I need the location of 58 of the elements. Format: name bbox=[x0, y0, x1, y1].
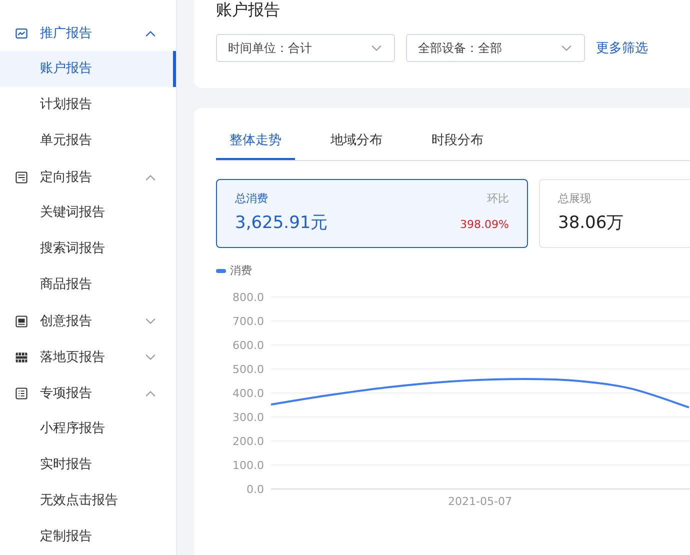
page-title: 账户报告 bbox=[216, 0, 281, 20]
metric-card[interactable]: 总消费 环比 3,625.91元 398.09% bbox=[216, 179, 528, 248]
tab[interactable]: 地域分布 bbox=[317, 123, 396, 160]
y-axis-label: 700.0 bbox=[232, 315, 264, 328]
chevron-up-icon bbox=[145, 390, 156, 396]
metric-label: 总消费 bbox=[235, 191, 268, 206]
sidebar-group-label: 创意报告 bbox=[40, 313, 93, 330]
more-filters-link[interactable]: 更多筛选 bbox=[596, 39, 648, 57]
y-axis-label: 300.0 bbox=[232, 411, 264, 424]
chevron-down-icon bbox=[145, 354, 156, 360]
card-icon bbox=[15, 314, 28, 328]
y-axis-label: 200.0 bbox=[232, 435, 264, 448]
x-axis-label: 2021-05-07 bbox=[448, 495, 512, 508]
metric-value: 38.06万 bbox=[558, 212, 624, 234]
filter-dropdown[interactable]: 时间单位：合计 bbox=[216, 34, 395, 62]
compare-label: 环比 bbox=[487, 191, 509, 206]
tab[interactable]: 时段分布 bbox=[418, 123, 497, 160]
sidebar-item[interactable]: 搜索词报告 bbox=[0, 231, 176, 267]
sidebar-item[interactable]: 账户报告 bbox=[0, 51, 176, 87]
sidebar-group-label: 专项报告 bbox=[40, 385, 93, 402]
metric-card[interactable]: 总展现 38.06万 bbox=[539, 179, 690, 248]
list-icon bbox=[15, 170, 28, 184]
legend-label: 消费 bbox=[230, 263, 252, 278]
chevron-up-icon bbox=[145, 174, 156, 180]
sidebar-item[interactable]: 关键词报告 bbox=[0, 195, 176, 231]
sidebar-group[interactable]: 专项报告 bbox=[0, 375, 176, 411]
chart-icon bbox=[15, 26, 28, 40]
y-axis-label: 400.0 bbox=[232, 387, 264, 400]
list-icon bbox=[15, 386, 28, 400]
sidebar-group[interactable]: 落地页报告 bbox=[0, 339, 176, 375]
sidebar-group-label: 落地页报告 bbox=[40, 349, 106, 366]
y-axis-label: 0.0 bbox=[246, 483, 264, 496]
chevron-down-icon bbox=[145, 318, 156, 324]
y-axis-label: 600.0 bbox=[232, 339, 264, 352]
sidebar-item[interactable]: 定制报告 bbox=[0, 519, 176, 555]
sidebar-item[interactable]: 无效点击报告 bbox=[0, 483, 176, 519]
sidebar-group-label: 推广报告 bbox=[40, 25, 93, 42]
sidebar-item[interactable]: 单元报告 bbox=[0, 123, 176, 159]
sidebar-group-label: 定向报告 bbox=[40, 169, 93, 186]
metric-value: 3,625.91元 bbox=[235, 212, 328, 234]
sidebar-group[interactable]: 定向报告 bbox=[0, 159, 176, 195]
compare-value: 398.09% bbox=[460, 218, 509, 231]
metric-label: 总展现 bbox=[558, 191, 591, 206]
chevron-down-icon bbox=[371, 44, 382, 52]
sidebar-group[interactable]: 推广报告 bbox=[0, 15, 176, 51]
y-axis-label: 500.0 bbox=[232, 363, 264, 376]
tab[interactable]: 整体走势 bbox=[216, 123, 295, 160]
sidebar-item[interactable]: 商品报告 bbox=[0, 267, 176, 303]
filter-dropdown[interactable]: 全部设备：全部 bbox=[406, 34, 585, 62]
y-axis-label: 100.0 bbox=[232, 459, 264, 472]
film-icon bbox=[15, 350, 28, 364]
sidebar-item[interactable]: 实时报告 bbox=[0, 447, 176, 483]
chevron-up-icon bbox=[145, 30, 156, 36]
sidebar-group[interactable]: 创意报告 bbox=[0, 303, 176, 339]
chevron-down-icon bbox=[561, 44, 572, 52]
sidebar-item[interactable]: 小程序报告 bbox=[0, 411, 176, 447]
sidebar-item[interactable]: 计划报告 bbox=[0, 87, 176, 123]
y-axis-label: 800.0 bbox=[232, 291, 264, 304]
